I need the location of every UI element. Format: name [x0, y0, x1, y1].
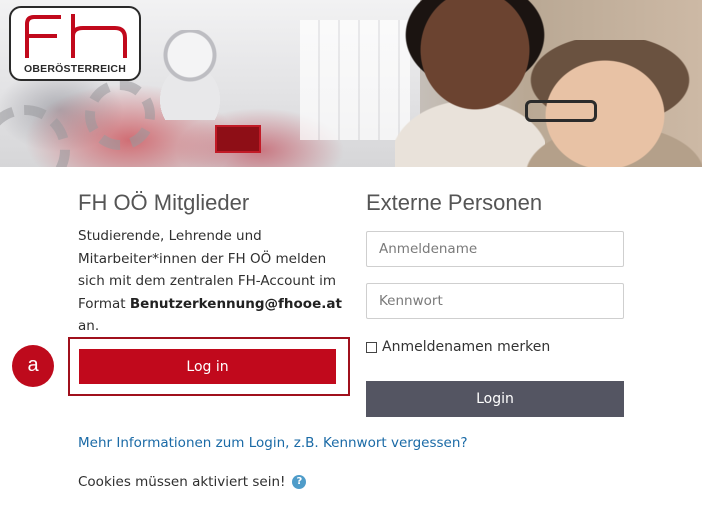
banner-bookshelf: [300, 20, 410, 140]
circuit-chip-image: [215, 125, 261, 153]
username-input[interactable]: [366, 231, 624, 267]
external-login-button[interactable]: Login: [366, 381, 624, 417]
remember-checkbox[interactable]: [366, 341, 377, 353]
fh-logo[interactable]: OBERÖSTERREICH: [9, 6, 141, 81]
fh-logo-mark: [25, 14, 127, 58]
members-heading: FH OÖ Mitglieder: [78, 190, 250, 215]
annotation-badge: a: [12, 345, 54, 387]
fh-login-button[interactable]: Log in: [79, 349, 336, 384]
cookies-text: Cookies müssen aktiviert sein!: [78, 474, 286, 490]
remember-label: Anmeldenamen merken: [382, 339, 551, 355]
password-input[interactable]: [366, 283, 624, 319]
question-circle-icon[interactable]: ?: [292, 475, 307, 489]
members-info-text: Studierende, Lehrende und Mitarbeiter*in…: [78, 225, 348, 338]
account-format: Benutzerkennung@fhooe.at: [129, 295, 342, 312]
members-info-end: an.: [78, 318, 100, 334]
logo-region-name: OBERÖSTERREICH: [24, 63, 126, 75]
remember-username-option[interactable]: Anmeldenamen merken: [366, 337, 550, 357]
more-info-link[interactable]: Mehr Informationen zum Login, z.B. Kennw…: [78, 435, 468, 451]
glasses-detail: [525, 100, 597, 122]
external-heading: Externe Personen: [366, 190, 543, 215]
cookies-notice: Cookies müssen aktiviert sein! ?: [78, 474, 307, 490]
gear-decoration: [85, 80, 155, 150]
robot-image: [155, 30, 225, 120]
